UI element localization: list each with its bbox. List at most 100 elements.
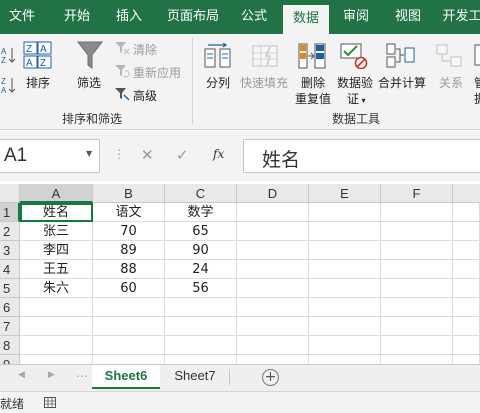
empty-cell[interactable] xyxy=(309,279,381,298)
empty-cell[interactable] xyxy=(165,298,237,317)
manage-data-model-button[interactable]: 管 xyxy=(474,74,480,91)
sort-button[interactable]: 排序 xyxy=(26,74,50,91)
row-header-2[interactable]: 2 xyxy=(0,222,20,241)
sheet-tab-sheet6[interactable]: Sheet6 xyxy=(92,365,160,389)
row-header-5[interactable]: 5 xyxy=(0,279,20,298)
more-options-icon[interactable]: ⋮ xyxy=(113,147,125,161)
empty-cell[interactable] xyxy=(20,298,93,317)
empty-cell[interactable] xyxy=(453,279,480,298)
empty-cell[interactable] xyxy=(237,279,309,298)
empty-cell[interactable] xyxy=(381,317,453,336)
data-validation-button[interactable]: 数据验 xyxy=(337,74,373,91)
empty-cell[interactable] xyxy=(20,336,93,355)
empty-cell[interactable] xyxy=(309,260,381,279)
tab-page-layout[interactable]: 页面布局 xyxy=(160,0,226,34)
empty-cell[interactable] xyxy=(381,279,453,298)
empty-cell[interactable] xyxy=(93,355,165,364)
tab-review[interactable]: 审阅 xyxy=(336,0,376,34)
cell-c2[interactable]: 65 xyxy=(165,222,237,241)
more-sheets-icon[interactable]: ⋯ xyxy=(76,369,88,383)
cell-a3[interactable]: 李四 xyxy=(20,241,93,260)
cell-c4[interactable]: 24 xyxy=(165,260,237,279)
empty-cell[interactable] xyxy=(237,317,309,336)
empty-cell[interactable] xyxy=(453,355,480,364)
empty-cell[interactable] xyxy=(381,222,453,241)
empty-cell[interactable] xyxy=(309,336,381,355)
empty-cell[interactable] xyxy=(309,241,381,260)
sort-ascending-icon[interactable]: A Z xyxy=(0,46,16,64)
empty-cell[interactable] xyxy=(453,203,480,222)
empty-cell[interactable] xyxy=(309,317,381,336)
empty-cell[interactable] xyxy=(309,298,381,317)
empty-cell[interactable] xyxy=(20,317,93,336)
column-header-c[interactable]: C xyxy=(165,184,237,203)
filter-button[interactable]: 筛选 xyxy=(77,74,101,91)
tab-formulas[interactable]: 公式 xyxy=(234,0,274,34)
reapply-button[interactable]: 重新应用 xyxy=(133,64,181,81)
sort-descending-icon[interactable]: Z A xyxy=(0,76,16,94)
row-header-4[interactable]: 4 xyxy=(0,260,20,279)
macro-record-icon[interactable] xyxy=(44,397,56,408)
empty-cell[interactable] xyxy=(453,336,480,355)
tab-view[interactable]: 视图 xyxy=(388,0,428,34)
cell-c1[interactable]: 数学 xyxy=(165,203,237,222)
enter-icon[interactable]: ✓ xyxy=(176,146,189,164)
name-box[interactable]: A1 ▼ xyxy=(0,139,100,173)
empty-cell[interactable] xyxy=(237,355,309,364)
empty-cell[interactable] xyxy=(237,203,309,222)
row-header-9[interactable]: 9 xyxy=(0,355,20,364)
empty-cell[interactable] xyxy=(20,355,93,364)
empty-cell[interactable] xyxy=(381,203,453,222)
empty-cell[interactable] xyxy=(237,241,309,260)
cell-b3[interactable]: 89 xyxy=(93,241,165,260)
empty-cell[interactable] xyxy=(453,260,480,279)
formula-input[interactable]: 姓名 xyxy=(243,139,480,173)
empty-cell[interactable] xyxy=(165,317,237,336)
row-header-1[interactable]: 1 xyxy=(0,203,20,222)
empty-cell[interactable] xyxy=(453,241,480,260)
empty-cell[interactable] xyxy=(381,260,453,279)
cell-c5[interactable]: 56 xyxy=(165,279,237,298)
empty-cell[interactable] xyxy=(93,317,165,336)
cell-a4[interactable]: 王五 xyxy=(20,260,93,279)
empty-cell[interactable] xyxy=(309,203,381,222)
scroll-right-icon[interactable]: ▶ xyxy=(48,370,55,380)
text-to-columns-button[interactable]: 分列 xyxy=(206,74,230,91)
empty-cell[interactable] xyxy=(453,222,480,241)
select-all-corner[interactable] xyxy=(0,184,20,203)
tab-insert[interactable]: 插入 xyxy=(108,0,150,34)
tab-developer[interactable]: 开发工 xyxy=(440,0,480,34)
column-header-e[interactable]: E xyxy=(309,184,381,203)
empty-cell[interactable] xyxy=(381,336,453,355)
empty-cell[interactable] xyxy=(453,298,480,317)
empty-cell[interactable] xyxy=(165,336,237,355)
sheet-tab-sheet7[interactable]: Sheet7 xyxy=(162,365,228,389)
relationships-button[interactable]: 关系 xyxy=(439,74,463,91)
cell-b1[interactable]: 语文 xyxy=(93,203,165,222)
flash-fill-button[interactable]: 快速填充 xyxy=(240,74,288,91)
column-header-g[interactable] xyxy=(453,184,480,203)
insert-function-icon[interactable]: fx xyxy=(213,147,224,161)
cell-a2[interactable]: 张三 xyxy=(20,222,93,241)
row-header-7[interactable]: 7 xyxy=(0,317,20,336)
column-header-f[interactable]: F xyxy=(381,184,453,203)
cell-a1[interactable]: 姓名 xyxy=(20,203,93,222)
name-box-dropdown-icon[interactable]: ▼ xyxy=(86,149,92,158)
empty-cell[interactable] xyxy=(453,317,480,336)
empty-cell[interactable] xyxy=(237,222,309,241)
add-sheet-icon[interactable]: + xyxy=(262,369,279,386)
empty-cell[interactable] xyxy=(93,298,165,317)
row-header-6[interactable]: 6 xyxy=(0,298,20,317)
column-header-d[interactable]: D xyxy=(237,184,309,203)
cell-b5[interactable]: 60 xyxy=(93,279,165,298)
empty-cell[interactable] xyxy=(309,222,381,241)
empty-cell[interactable] xyxy=(237,260,309,279)
empty-cell[interactable] xyxy=(93,336,165,355)
cell-b4[interactable]: 88 xyxy=(93,260,165,279)
empty-cell[interactable] xyxy=(237,336,309,355)
consolidate-button[interactable]: 合并计算 xyxy=(378,74,426,91)
cell-c3[interactable]: 90 xyxy=(165,241,237,260)
column-header-b[interactable]: B xyxy=(93,184,165,203)
advanced-filter-button[interactable]: 高级 xyxy=(133,87,157,104)
cell-b2[interactable]: 70 xyxy=(93,222,165,241)
